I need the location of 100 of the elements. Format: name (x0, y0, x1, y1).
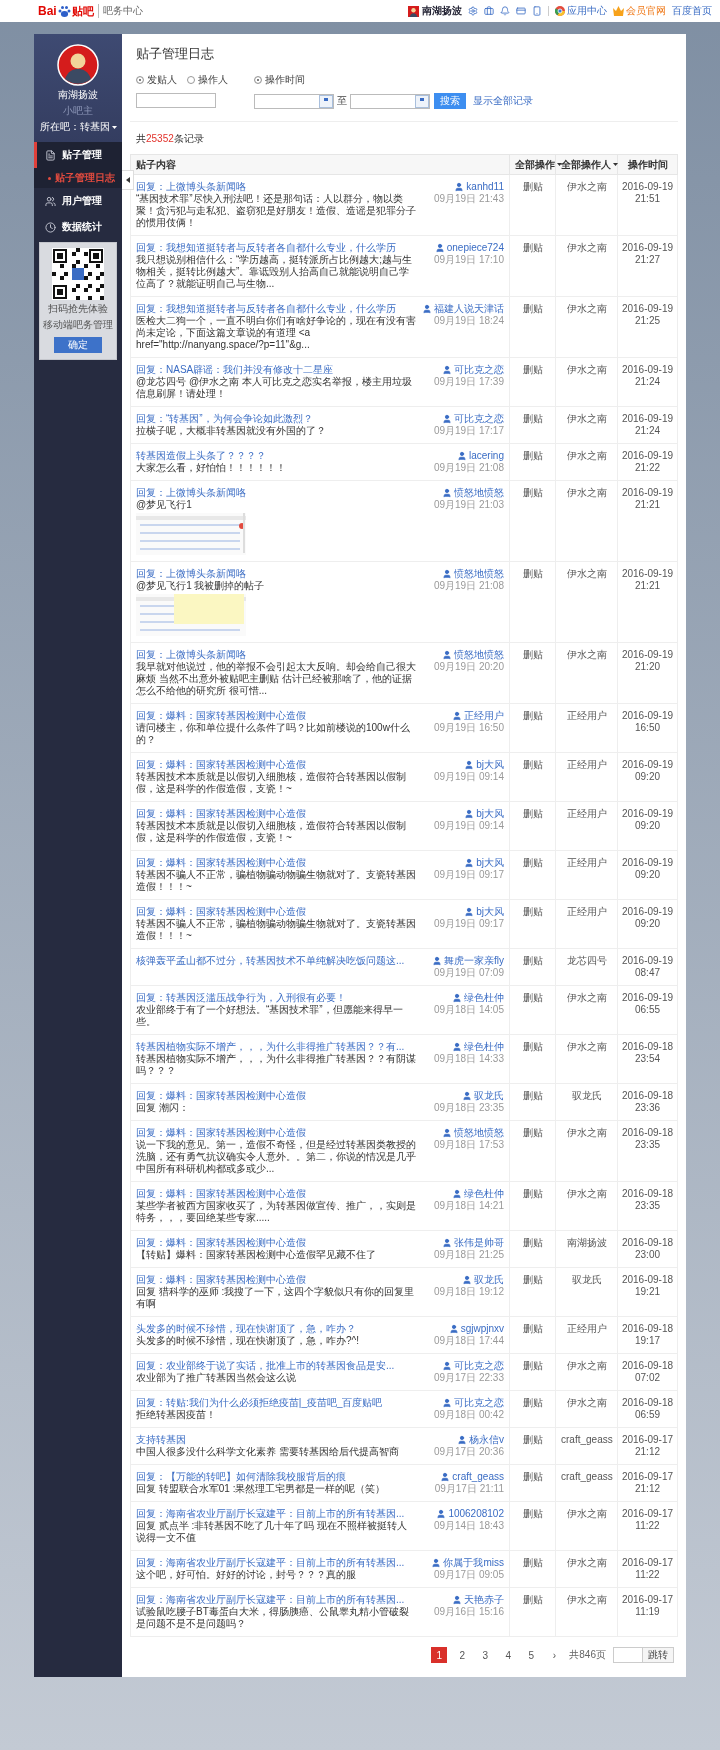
menu-item[interactable]: 用户管理 (34, 188, 122, 214)
post-title-link[interactable]: 回复：爆料：国家转基因检测中心造假 (136, 808, 306, 820)
author-link[interactable]: sgjwpjnxv (448, 1323, 504, 1335)
search-button[interactable]: 搜索 (434, 93, 466, 109)
post-title-link[interactable]: 回复：海南省农业厅副厅长寇建平：目前上市的所有转基因... (136, 1594, 405, 1606)
post-title-link[interactable]: 回复：农业部终于说了实话，批准上市的转基因食品是安... (136, 1360, 395, 1372)
post-title-link[interactable]: 回复：爆料：国家转基因检测中心造假 (136, 1090, 306, 1102)
author-link[interactable]: 可比克之恋 (442, 1360, 504, 1372)
author-link[interactable]: bj大风 (464, 857, 504, 869)
post-title-link[interactable]: 头发多的时候不珍惜，现在快谢顶了，急，咋办？ (136, 1323, 356, 1335)
author-link[interactable]: craft_geass (440, 1471, 504, 1483)
card-icon[interactable] (516, 6, 526, 16)
calendar-icon[interactable] (319, 94, 333, 108)
post-title-link[interactable]: 回复：NASA辟谣：我们并没有修改十二星座 (136, 364, 334, 376)
post-title-link[interactable]: 回复：“转基因”，为何会争论如此激烈？ (136, 413, 313, 425)
author-link[interactable]: 愤怒地愤怒 (442, 1127, 504, 1139)
user-link[interactable]: 南湖扬波 (408, 4, 462, 18)
author-link[interactable]: 舞虎一家亲fly (432, 955, 504, 967)
post-title-link[interactable]: 回复：爆料：国家转基因检测中心造假 (136, 857, 306, 869)
author-link[interactable]: 你属于我miss (431, 1557, 504, 1569)
post-title-link[interactable]: 回复：爆料：国家转基因检测中心造假 (136, 906, 306, 918)
page-button[interactable]: 3 (477, 1647, 494, 1663)
operation-date: 2016-09-17 (621, 1434, 674, 1446)
submenu-item[interactable]: 贴子管理日志 (34, 168, 122, 188)
post-title-link[interactable]: 回复：爆料：国家转基因检测中心造假 (136, 1274, 306, 1286)
collapse-button[interactable] (122, 170, 134, 190)
post-title-link[interactable]: 回复：上微博头条新闻咯 (136, 649, 246, 661)
author-link[interactable]: 绿色杜仲 (452, 1188, 504, 1200)
author-link[interactable]: 绿色杜仲 (452, 1041, 504, 1053)
confirm-button[interactable]: 确定 (54, 337, 102, 353)
column-header[interactable]: 全部操作人 (555, 154, 618, 175)
page-button[interactable]: 1 (431, 1647, 448, 1663)
page-button[interactable]: 5 (523, 1647, 540, 1663)
header-link[interactable]: 百度首页 (672, 4, 712, 18)
header-link[interactable]: 会员官网 (613, 4, 666, 18)
date-field[interactable] (350, 93, 430, 109)
user-icon (464, 809, 475, 819)
author-link[interactable]: 驭龙氏 (462, 1274, 504, 1286)
radio-option[interactable]: 发贴人 (136, 73, 177, 87)
author-link[interactable]: 可比克之恋 (442, 1397, 504, 1409)
radio-option[interactable]: 操作时间 (254, 73, 305, 87)
post-title-link[interactable]: 回复：爆料：国家转基因检测中心造假 (136, 1127, 306, 1139)
author-link[interactable]: 可比克之恋 (442, 364, 504, 376)
post-title-link[interactable]: 回复：海南省农业厅副厅长寇建平：目前上市的所有转基因... (136, 1557, 405, 1569)
phone-icon[interactable] (532, 6, 542, 16)
logo[interactable]: Bai 贴吧 吧务中心 (38, 3, 143, 19)
calendar-icon[interactable] (415, 94, 429, 108)
action-cell: 删贴 (509, 296, 556, 358)
post-title-link[interactable]: 回复：爆料：国家转基因检测中心造假 (136, 759, 306, 771)
post-title-link[interactable]: 回复：上微博头条新闻咯 (136, 181, 246, 193)
header-link[interactable]: 应用中心 (555, 4, 607, 18)
post-title-link[interactable]: 回复：我想知道挺转者与反转者各自都什么专业，什么学历 (136, 303, 396, 315)
post-title-link[interactable]: 支持转基因 (136, 1434, 186, 1446)
post-title-link[interactable]: 核弹轰平孟山都不过分，转基因技术不单纯解决吃饭问题这... (136, 955, 405, 967)
post-title-link[interactable]: 回复：爆料：国家转基因检测中心造假 (136, 710, 306, 722)
author-link[interactable]: 1006208102 (436, 1508, 504, 1520)
post-title-link[interactable]: 回复：转基因泛滥压战争行为，入刑很有必要！ (136, 992, 346, 1004)
settings-icon[interactable] (468, 6, 478, 16)
forum-selector[interactable]: 所在吧：转基因 (39, 120, 117, 134)
author-link[interactable]: 张伟是帅哥 (442, 1237, 504, 1249)
next-page-button[interactable]: › (546, 1647, 563, 1663)
post-title-link[interactable]: 回复：海南省农业厅副厅长寇建平：目前上市的所有转基因... (136, 1508, 405, 1520)
page-button[interactable]: 2 (454, 1647, 471, 1663)
author-link[interactable]: kanhd11 (454, 181, 504, 193)
bell-icon[interactable] (500, 6, 510, 16)
author-link[interactable]: bj大风 (464, 808, 504, 820)
post-title-link[interactable]: 转基因植物实际不增产，，，为什么非得推广转基因？？有... (136, 1041, 405, 1053)
post-title-link[interactable]: 回复：我想知道挺转者与反转者各自都什么专业，什么学历 (136, 242, 396, 254)
post-title-link[interactable]: 回复：爆料：国家转基因检测中心造假 (136, 1188, 306, 1200)
author-link[interactable]: 可比克之恋 (442, 413, 504, 425)
radio-option[interactable]: 操作人 (187, 73, 228, 87)
author-link[interactable]: lacering (456, 450, 504, 462)
date-field[interactable] (254, 93, 334, 109)
post-title-link[interactable]: 回复：上微博头条新闻咯 (136, 487, 246, 499)
post-title-link[interactable]: 回复：爆料：国家转基因检测中心造假 (136, 1237, 306, 1249)
author-link[interactable]: 绿色杜仲 (452, 992, 504, 1004)
user-input-field[interactable] (136, 93, 216, 108)
page-total: 共846页 (569, 1648, 606, 1662)
author-link[interactable]: 正经用户 (452, 710, 504, 722)
author-link[interactable]: 驭龙氏 (462, 1090, 504, 1102)
menu-item[interactable]: 数据统计 (34, 214, 122, 240)
post-title-link[interactable]: 回复：上微博头条新闻咯 (136, 568, 246, 580)
author-link[interactable]: bj大风 (464, 906, 504, 918)
show-all-link[interactable]: 显示全部记录 (473, 94, 533, 108)
jump-button[interactable]: 跳转 (643, 1647, 674, 1663)
menu-item[interactable]: 贴子管理 (34, 142, 122, 168)
post-title-link[interactable]: 转基因造假上头条了？？？？ (136, 450, 266, 462)
author-link[interactable]: 福建人说天津话 (422, 303, 504, 315)
author-link[interactable]: 天艳赤子 (452, 1594, 504, 1606)
post-title-link[interactable]: 回复：转贴:我们为什么必须拒绝疫苗|_疫苗吧_百度贴吧 (136, 1397, 383, 1409)
author-link[interactable]: 杨永信v (457, 1434, 504, 1446)
post-title-link[interactable]: 回复：【万能的转吧】如何清除我校服背后的痕 (136, 1471, 346, 1483)
page-button[interactable]: 4 (500, 1647, 517, 1663)
author-link[interactable]: 愤怒地愤怒 (442, 649, 504, 661)
briefcase-icon[interactable] (484, 6, 494, 16)
author-link[interactable]: 愤怒地愤怒 (442, 487, 504, 499)
author-link[interactable]: bj大风 (464, 759, 504, 771)
author-link[interactable]: 愤怒地愤怒 (442, 568, 504, 580)
page-input-field[interactable] (613, 1647, 643, 1663)
author-link[interactable]: onepiece724 (434, 242, 504, 254)
